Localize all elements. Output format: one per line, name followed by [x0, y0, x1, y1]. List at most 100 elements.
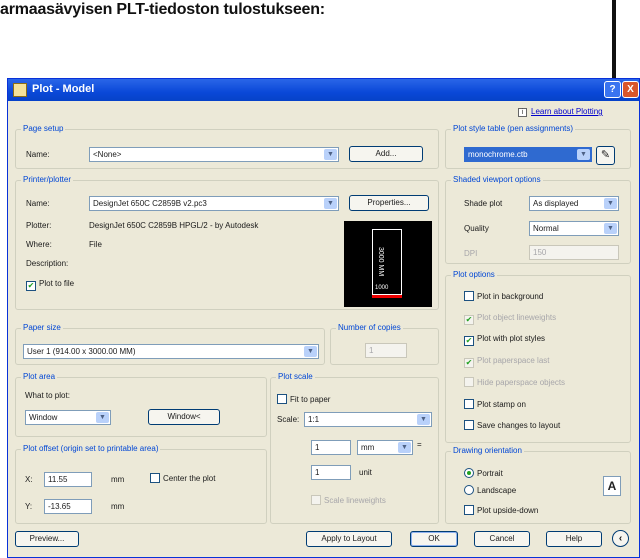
checkbox-checked-icon[interactable]: ✔: [464, 336, 474, 346]
ok-button[interactable]: OK: [410, 531, 458, 547]
chevron-down-icon[interactable]: ▼: [304, 346, 317, 357]
quality-value: Normal: [533, 224, 559, 233]
portrait-radio[interactable]: Portrait: [464, 468, 503, 478]
printer-plotter-group: Printer/plotter Name: DesignJet 650C C28…: [15, 175, 439, 310]
scale-unit-number: 1: [315, 468, 320, 477]
plot-object-lineweights-label: Plot object lineweights: [477, 313, 557, 322]
checkbox-icon[interactable]: [311, 495, 321, 505]
hide-paperspace-objects-checkbox[interactable]: Hide paperspace objects: [464, 377, 565, 387]
help-button[interactable]: Help: [546, 531, 602, 547]
scale-unit-input[interactable]: 1: [311, 465, 351, 480]
apply-to-layout-button[interactable]: Apply to Layout: [306, 531, 392, 547]
drawing-orientation-group: Drawing orientation Portrait Landscape P…: [445, 446, 631, 524]
chevron-down-icon[interactable]: ▼: [398, 442, 411, 453]
chevron-down-icon[interactable]: ▼: [604, 223, 617, 234]
shaded-title: Shaded viewport options: [451, 175, 543, 184]
paper-size-group: Paper size User 1 (914.00 x 3000.00 MM) …: [15, 323, 325, 365]
shade-plot-label: Shade plot: [464, 199, 503, 208]
scale-select[interactable]: 1:1 ▼: [304, 412, 432, 427]
plot-in-background-label: Plot in background: [477, 292, 544, 301]
what-to-plot-select[interactable]: Window ▼: [25, 410, 111, 425]
quality-label: Quality: [464, 224, 489, 233]
checkbox-icon[interactable]: [464, 291, 474, 301]
plot-in-background-checkbox[interactable]: Plot in background: [464, 291, 543, 301]
edit-style-table-icon[interactable]: ✎: [596, 146, 615, 165]
center-plot-checkbox[interactable]: Center the plot: [150, 473, 215, 483]
style-table-value: monochrome.ctb: [468, 150, 528, 159]
scale-unit-value: mm: [361, 443, 375, 452]
plot-stamp-on-label: Plot stamp on: [477, 400, 526, 409]
offset-x-unit: mm: [111, 475, 125, 484]
checkbox-icon[interactable]: [150, 473, 160, 483]
landscape-radio[interactable]: Landscape: [464, 485, 516, 495]
printer-title: Printer/plotter: [21, 175, 74, 184]
cancel-button[interactable]: Cancel: [474, 531, 530, 547]
close-icon[interactable]: X: [622, 81, 639, 98]
plotter-label: Plotter:: [26, 221, 52, 230]
dialog-titlebar[interactable]: Plot - Model ? X: [8, 79, 639, 101]
fit-to-paper-label: Fit to paper: [290, 395, 331, 404]
checkbox-checked-icon[interactable]: ✔: [464, 358, 474, 368]
add-button[interactable]: Add...: [349, 146, 423, 162]
chevron-down-icon[interactable]: ▼: [324, 149, 337, 160]
chevron-down-icon[interactable]: ▼: [417, 414, 430, 425]
checkbox-checked-icon[interactable]: ✔: [464, 315, 474, 325]
plot-with-plot-styles-checkbox[interactable]: ✔ Plot with plot styles: [464, 334, 545, 346]
offset-y-value: -13.65: [48, 502, 71, 511]
plot-to-file-checkbox[interactable]: ✔ Plot to file: [26, 279, 74, 291]
chevron-down-icon[interactable]: ▼: [96, 412, 109, 423]
plot-scale-group: Plot scale Fit to paper Scale: 1:1 ▼ 1 m…: [270, 372, 439, 524]
copies-spinner[interactable]: 1: [365, 343, 407, 358]
app-icon: [13, 83, 27, 97]
checkbox-checked-icon[interactable]: ✔: [26, 281, 36, 291]
paper-size-title: Paper size: [21, 323, 63, 332]
scale-mm-value: 1: [315, 443, 320, 452]
plot-style-table-group: Plot style table (pen assignments) monoc…: [445, 124, 631, 169]
preview-printable-bar: [372, 295, 402, 298]
plot-stamp-on-checkbox[interactable]: Plot stamp on: [464, 399, 526, 409]
preview-button[interactable]: Preview...: [15, 531, 79, 547]
checkbox-icon[interactable]: [464, 505, 474, 515]
properties-button[interactable]: Properties...: [349, 195, 429, 211]
plot-to-file-label: Plot to file: [39, 279, 75, 288]
save-changes-checkbox[interactable]: Save changes to layout: [464, 420, 560, 430]
plot-paperspace-last-label: Plot paperspace last: [477, 356, 550, 365]
plot-object-lineweights-checkbox[interactable]: ✔ Plot object lineweights: [464, 313, 556, 325]
chevron-down-icon[interactable]: ▼: [577, 149, 590, 160]
checkbox-icon[interactable]: [277, 394, 287, 404]
quality-select[interactable]: Normal ▼: [529, 221, 619, 236]
what-to-plot-label: What to plot:: [25, 391, 70, 400]
dpi-input[interactable]: 150: [529, 245, 619, 260]
paper-size-select[interactable]: User 1 (914.00 x 3000.00 MM) ▼: [23, 344, 319, 359]
page-setup-group: Page setup Name: <None> ▼ Add...: [15, 124, 439, 169]
preview-dimension-label: 3000 MM: [377, 247, 384, 277]
offset-x-input[interactable]: 11.55: [44, 472, 92, 487]
fit-to-paper-checkbox[interactable]: Fit to paper: [277, 394, 330, 404]
offset-y-input[interactable]: -13.65: [44, 499, 92, 514]
collapse-options-icon[interactable]: ‹: [612, 530, 629, 547]
learn-link[interactable]: Learn about Plotting: [531, 107, 603, 116]
radio-icon[interactable]: [464, 485, 474, 495]
plot-upside-down-checkbox[interactable]: Plot upside-down: [464, 505, 538, 515]
checkbox-icon[interactable]: [464, 399, 474, 409]
help-icon[interactable]: ?: [604, 81, 621, 98]
scale-lineweights-checkbox[interactable]: Scale lineweights: [311, 495, 386, 505]
chevron-down-icon[interactable]: ▼: [324, 198, 337, 209]
printer-name-select[interactable]: DesignJet 650C C2859B v2.pc3 ▼: [89, 196, 339, 211]
checkbox-icon[interactable]: [464, 377, 474, 387]
scale-unit-select[interactable]: mm ▼: [357, 440, 413, 455]
learn-about-plotting[interactable]: i Learn about Plotting: [518, 107, 603, 117]
plot-dialog: Plot - Model ? X i Learn about Plotting P…: [7, 78, 640, 558]
checkbox-icon[interactable]: [464, 420, 474, 430]
page-setup-name-select[interactable]: <None> ▼: [89, 147, 339, 162]
chevron-down-icon[interactable]: ▼: [604, 198, 617, 209]
plot-paperspace-last-checkbox[interactable]: ✔ Plot paperspace last: [464, 356, 550, 368]
shade-plot-select[interactable]: As displayed ▼: [529, 196, 619, 211]
offset-y-label: Y:: [25, 502, 33, 511]
plot-style-table-select[interactable]: monochrome.ctb ▼: [464, 147, 592, 162]
radio-selected-icon[interactable]: [464, 468, 474, 478]
scale-mm-input[interactable]: 1: [311, 440, 351, 455]
scale-lineweights-label: Scale lineweights: [324, 496, 386, 505]
window-select-button[interactable]: Window<: [148, 409, 220, 425]
dialog-title: Plot - Model: [32, 83, 95, 95]
